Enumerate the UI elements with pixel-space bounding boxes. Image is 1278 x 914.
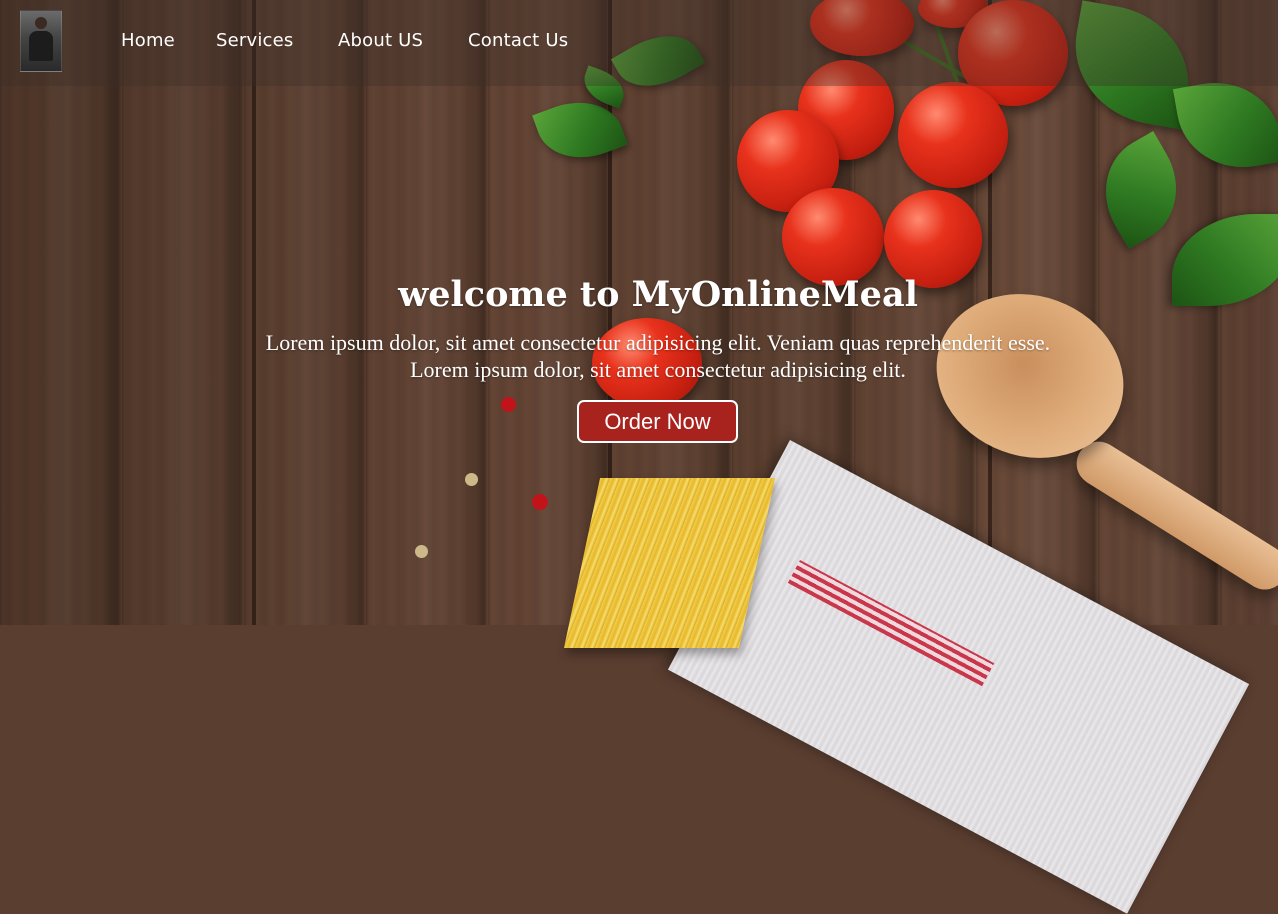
tomato-image [782, 188, 884, 286]
nav-link-about-us[interactable]: About US [338, 30, 423, 51]
hero-description: Lorem ipsum dolor, sit amet consectetur … [214, 329, 1102, 383]
hero-description-line-2: Lorem ipsum dolor, sit amet consectetur … [410, 357, 906, 382]
nav-link-contact-us[interactable]: Contact Us [468, 30, 568, 51]
logo-figure-body [29, 31, 53, 61]
hero-description-line-1: Lorem ipsum dolor, sit amet consectetur … [265, 330, 1051, 355]
tomato-image [898, 82, 1008, 188]
peppercorn-image [465, 473, 478, 486]
navbar: Home Services About US Contact Us [0, 0, 1278, 86]
nav-link-services[interactable]: Services [216, 30, 294, 51]
peppercorn-image [501, 397, 516, 412]
logo-figure-head [35, 17, 47, 29]
order-now-button[interactable]: Order Now [577, 400, 738, 443]
peppercorn-image [532, 494, 548, 510]
nav-link-home[interactable]: Home [121, 30, 175, 51]
logo-image[interactable] [20, 10, 62, 72]
peppercorn-image [415, 545, 428, 558]
spaghetti-image [563, 478, 776, 648]
hero-title: welcome to MyOnlineMeal [398, 274, 918, 315]
